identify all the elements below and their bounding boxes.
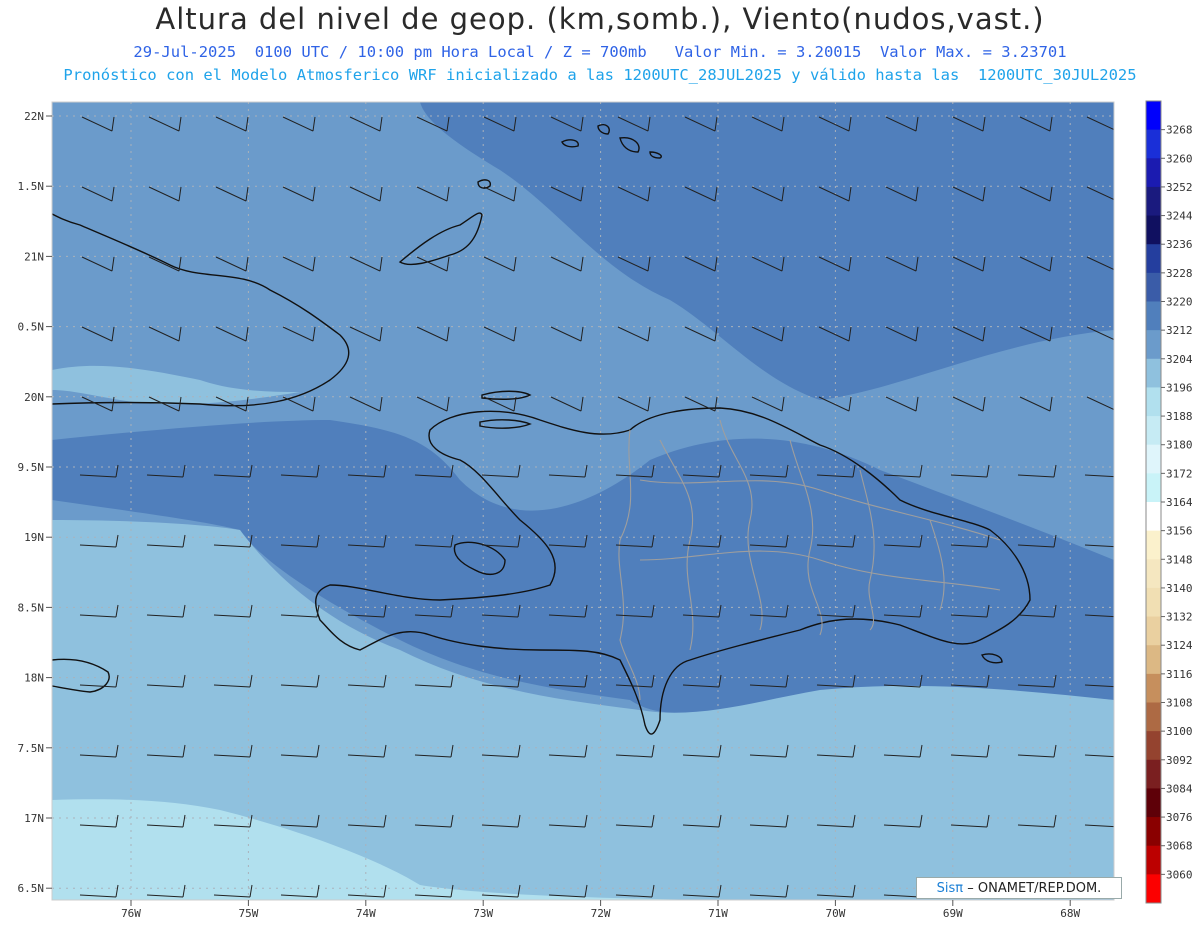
colorbar-segment (1146, 330, 1161, 360)
colorbar-segment (1146, 559, 1161, 589)
colorbar-level-label: 3180 (1166, 439, 1193, 452)
colorbar-segment (1146, 416, 1161, 446)
colorbar-level-label: 3124 (1166, 639, 1193, 652)
colorbar-level-label: 3244 (1166, 210, 1193, 223)
colorbar-segment (1146, 301, 1161, 331)
latitude-labels: 22N 1.5N 21N 0.5N 20N 9.5N 19N 8.5N 18N 7.5N 17N 6.… (18, 110, 52, 895)
colorbar-level-label: 3100 (1166, 725, 1193, 738)
colorbar-segment (1146, 587, 1161, 618)
geopotential-fill (52, 102, 1114, 900)
colorbar-level-label: 3228 (1166, 267, 1193, 280)
colorbar-segment (1146, 101, 1161, 131)
colorbar-segment (1146, 272, 1161, 302)
colorbar-level-label: 3092 (1166, 754, 1193, 767)
colorbar-segment (1146, 645, 1161, 675)
lon-label: 76W (121, 907, 141, 920)
colorbar-level-label: 3116 (1166, 668, 1193, 681)
lat-label: 22N (24, 110, 44, 123)
colorbar-segment (1146, 702, 1161, 732)
colorbar-level-label: 3268 (1166, 124, 1193, 137)
colorbar-level-label: 3260 (1166, 152, 1193, 165)
colorbar-level-label: 3188 (1166, 410, 1193, 423)
lat-label: 8.5N (18, 601, 45, 614)
forecast-map: 22N 1.5N 21N 0.5N 20N 9.5N 19N 8.5N 18N 7.5N 17N 6.… (18, 100, 1193, 920)
colorbar-segment (1146, 444, 1161, 474)
credit-logo: Sisπ (936, 881, 964, 896)
colorbar: 3268 3260 3252 3244 3236 3228 3220 3212 3204 3196… (1145, 100, 1193, 904)
colorbar-level-label: 3220 (1166, 296, 1193, 309)
lon-label: 74W (356, 907, 376, 920)
colorbar-level-label: 3236 (1166, 238, 1193, 251)
lat-label: 7.5N (18, 742, 45, 755)
colorbar-segment (1146, 244, 1161, 274)
colorbar-level-label: 3140 (1166, 582, 1193, 595)
lon-label: 75W (238, 907, 258, 920)
lat-label: 6.5N (18, 882, 45, 895)
colorbar-segment (1146, 845, 1161, 875)
colorbar-segment (1146, 129, 1161, 159)
colorbar-segment (1146, 387, 1161, 417)
lon-label: 69W (943, 907, 963, 920)
colorbar-segment (1146, 731, 1161, 761)
colorbar-level-label: 3076 (1166, 811, 1193, 824)
credit-text: – ONAMET/REP.DOM. (967, 881, 1102, 896)
lat-label: 20N (24, 391, 44, 404)
lat-label: 21N (24, 250, 44, 263)
lat-label: 19N (24, 531, 44, 544)
colorbar-segment (1146, 186, 1161, 217)
colorbar-level-label: 3068 (1166, 840, 1193, 853)
colorbar-segment (1146, 215, 1161, 245)
colorbar-segment (1146, 358, 1161, 388)
lon-label: 68W (1060, 907, 1080, 920)
colorbar-level-label: 3212 (1166, 324, 1193, 337)
colorbar-level-label: 3204 (1166, 353, 1193, 366)
lon-label: 73W (473, 907, 493, 920)
credit-box: Sisπ – ONAMET/REP.DOM. (916, 877, 1122, 899)
lon-label: 71W (708, 907, 728, 920)
colorbar-level-label: 3172 (1166, 467, 1193, 480)
colorbar-level-label: 3164 (1166, 496, 1193, 509)
lat-label: 18N (24, 672, 44, 685)
lat-label: 0.5N (18, 321, 45, 334)
lat-label: 9.5N (18, 461, 45, 474)
colorbar-segment (1146, 530, 1161, 560)
colorbar-segment (1146, 788, 1161, 818)
colorbar-segment (1146, 874, 1161, 904)
colorbar-level-label: 3132 (1166, 611, 1193, 624)
colorbar-segment (1146, 502, 1161, 532)
lon-label: 70W (825, 907, 845, 920)
colorbar-segment (1146, 817, 1161, 847)
colorbar-segment (1146, 158, 1161, 188)
colorbar-level-label: 3156 (1166, 525, 1193, 538)
longitude-labels: 76W 75W 74W 73W 72W 71W 70W 69W 68W (121, 900, 1081, 920)
lat-label: 17N (24, 812, 44, 825)
colorbar-level-label: 3196 (1166, 381, 1193, 394)
colorbar-level-label: 3148 (1166, 553, 1193, 566)
lon-label: 72W (591, 907, 611, 920)
colorbar-level-label: 3252 (1166, 181, 1193, 194)
colorbar-level-label: 3108 (1166, 697, 1193, 710)
colorbar-segment (1146, 759, 1161, 789)
colorbar-segment (1146, 616, 1161, 646)
lat-label: 1.5N (18, 180, 45, 193)
colorbar-level-label: 3060 (1166, 868, 1193, 881)
colorbar-segment (1146, 673, 1161, 703)
colorbar-level-label: 3084 (1166, 782, 1193, 795)
colorbar-segment (1146, 473, 1161, 503)
